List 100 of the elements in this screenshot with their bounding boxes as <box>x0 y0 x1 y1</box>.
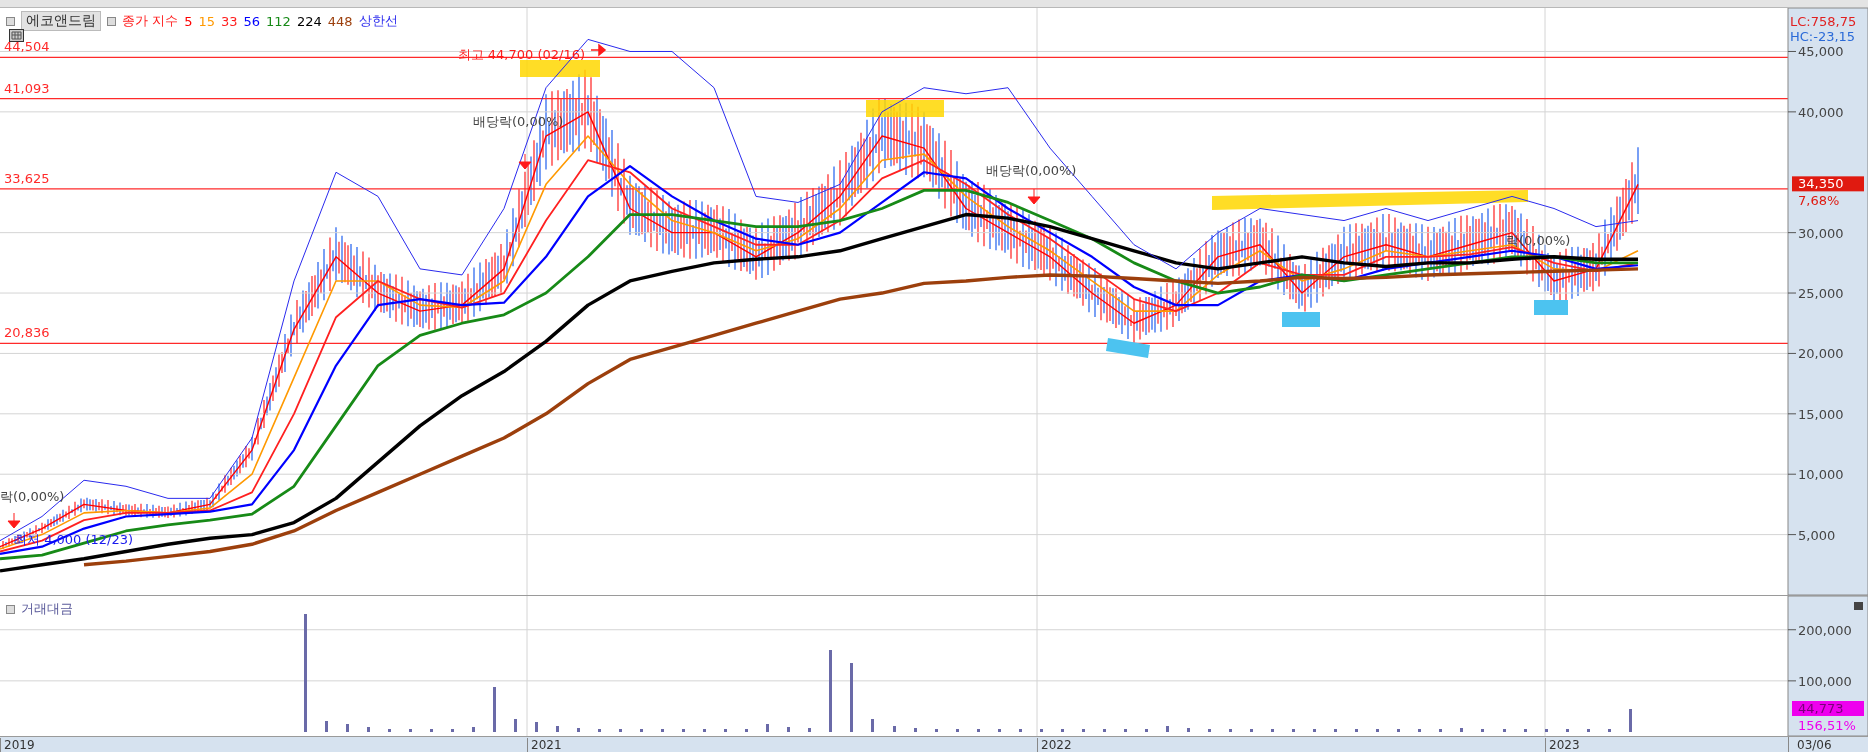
volume-bar <box>850 663 853 732</box>
volume-bar <box>514 719 517 732</box>
volume-bar <box>1229 729 1232 732</box>
volume-bar <box>703 729 706 732</box>
volume-bar <box>346 724 349 732</box>
volume-bar <box>1629 709 1632 732</box>
axis-tick-label: 45,000 <box>1798 44 1844 60</box>
arrow-icon <box>7 512 21 529</box>
volume-bar <box>661 729 664 732</box>
volume-bar <box>893 726 896 732</box>
volume-bar <box>808 728 811 732</box>
square-icon <box>6 604 15 614</box>
volume-bar <box>451 729 454 732</box>
volume-bar <box>1124 729 1127 732</box>
grid-icon[interactable] <box>9 29 24 42</box>
volume-bar <box>1460 728 1463 732</box>
volume-bar <box>914 728 917 732</box>
volume-bar <box>367 727 370 732</box>
axis-tick-label: 10,000 <box>1798 467 1844 483</box>
price-tag: 34,350 <box>1792 176 1864 192</box>
arrow-icon <box>1027 188 1041 205</box>
axis-tick-label: 20,000 <box>1798 346 1844 362</box>
legend-item: 5 <box>184 13 193 29</box>
volume-bar <box>1292 729 1295 732</box>
volume-bar <box>1376 729 1379 732</box>
volume-bar <box>598 729 601 732</box>
volume-bar <box>871 719 874 732</box>
volume-bar <box>1334 729 1337 732</box>
volume-bar <box>766 724 769 732</box>
volume-bar <box>1040 729 1043 732</box>
date-label: 2023 <box>1545 738 1580 752</box>
legend-label: 종가 지수 <box>122 12 179 30</box>
volume-bar <box>325 721 328 732</box>
change-percent: 7,68% <box>1798 193 1840 209</box>
volume-bar <box>935 729 938 732</box>
panel-title: 거래대금 <box>21 600 73 618</box>
volume-bar <box>787 727 790 732</box>
legend-item: 상한선 <box>358 12 398 30</box>
legend-item: 112 <box>266 13 291 29</box>
change-percent: 156,51% <box>1798 718 1856 733</box>
arrow-icon <box>590 44 607 56</box>
highlight-mark <box>1282 312 1320 327</box>
volume-bar <box>1103 729 1106 732</box>
volume-bar <box>1524 729 1527 732</box>
volume-bar <box>1587 729 1590 732</box>
legend-item: 224 <box>296 13 322 29</box>
volume-bar <box>1187 728 1190 732</box>
volume-bar <box>1313 729 1316 732</box>
volume-bar <box>577 728 580 732</box>
date-label: 2021 <box>527 738 562 752</box>
volume-bar <box>1397 729 1400 732</box>
volume-bar <box>1418 729 1421 732</box>
volume-bar <box>1250 729 1253 732</box>
stock-name[interactable]: 에코앤드림 <box>21 11 101 31</box>
volume-bar <box>1608 729 1611 732</box>
volume-bar <box>556 726 559 732</box>
volume-bar <box>409 729 412 732</box>
volume-bar <box>1082 729 1085 732</box>
axis-tick-label: 15,000 <box>1798 406 1844 422</box>
legend-item: 56 <box>243 13 261 29</box>
axis-tick-label: 200,000 <box>1798 622 1852 638</box>
legend-item: 15 <box>198 13 215 29</box>
highlight-mark <box>1106 338 1150 358</box>
volume-bar <box>1145 729 1148 732</box>
legend-item: 33 <box>220 13 238 29</box>
volume-bar <box>493 687 496 732</box>
level-label: 33,625 <box>4 170 50 186</box>
volume-bar <box>998 729 1001 732</box>
volume-bar <box>1503 729 1506 732</box>
date-label: 03/06 <box>1796 737 1832 752</box>
volume-bar <box>1208 729 1211 732</box>
volume-bar <box>724 729 727 732</box>
highlight-mark <box>1534 300 1568 315</box>
arrow-icon <box>518 153 532 170</box>
level-label: 41,093 <box>4 80 50 96</box>
axis-tick-label: 5,000 <box>1798 527 1836 543</box>
volume-bar <box>682 729 685 732</box>
volume-bar <box>430 729 433 732</box>
axis-tick-label: 40,000 <box>1798 104 1844 120</box>
volume-bar <box>535 722 538 732</box>
volume-bar <box>1566 729 1569 732</box>
level-label: 20,836 <box>4 325 50 341</box>
legend-item: 448 <box>327 13 353 29</box>
hc-value: HC:-23,15 <box>1790 29 1856 44</box>
volume-bar <box>472 727 475 732</box>
date-label: 2022 <box>1037 738 1072 752</box>
volume-bar <box>745 729 748 732</box>
volume-bar <box>388 729 391 732</box>
volume-bar <box>1271 729 1274 732</box>
volume-bar <box>1061 729 1064 732</box>
chart-annotation: 락(0,00%) <box>0 489 65 504</box>
volume-bar <box>1355 729 1358 732</box>
date-label: 2019 <box>0 738 35 752</box>
volume-bar <box>1545 729 1548 732</box>
volume-bar <box>956 729 959 732</box>
volume-bar <box>1019 729 1022 732</box>
volume-bar <box>1166 726 1169 732</box>
square-icon <box>6 16 15 26</box>
level-label: 44,504 <box>4 39 50 55</box>
axis-tick-label: 30,000 <box>1798 225 1844 241</box>
